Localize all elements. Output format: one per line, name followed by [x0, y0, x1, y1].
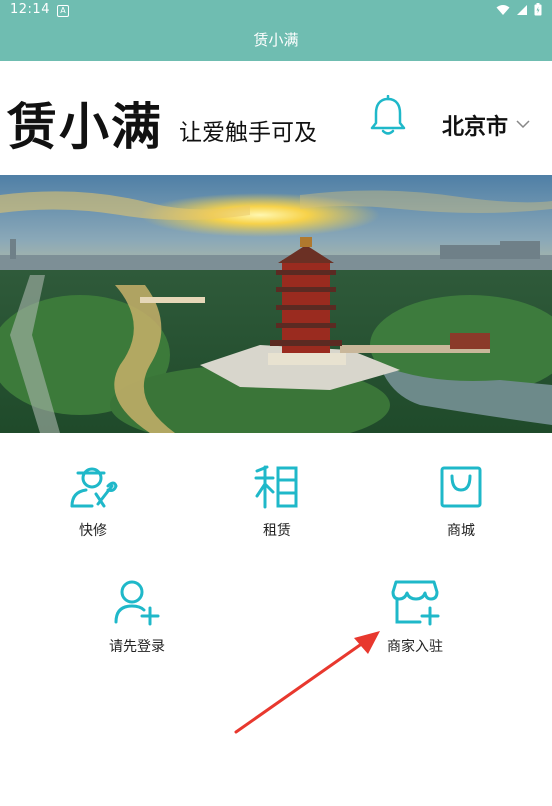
merchant-store-icon	[391, 580, 440, 626]
header: 赁小满 让爱触手可及 北京市	[0, 61, 552, 175]
annotation-arrow	[234, 631, 380, 734]
battery-icon	[534, 3, 542, 16]
grid-item-label: 商城	[447, 523, 475, 539]
rent-icon	[254, 465, 298, 509]
add-user-icon	[114, 580, 160, 626]
shop-bag-icon	[440, 466, 482, 508]
bell-icon[interactable]	[368, 95, 408, 137]
banner-carousel[interactable]	[0, 175, 552, 433]
page-title: 赁小满	[253, 31, 299, 49]
grid-item-rent[interactable]: 租赁	[217, 464, 337, 540]
status-bar: 12:14 A	[0, 0, 552, 20]
status-time: 12:14	[10, 2, 50, 17]
grid-item-repair[interactable]: 快修	[33, 464, 153, 540]
slogan: 让爱触手可及	[179, 120, 317, 146]
app-notification-icon: A	[57, 5, 69, 17]
wifi-icon	[496, 4, 510, 15]
title-bar: 赁小满	[0, 20, 552, 61]
grid-item-label: 请先登录	[109, 639, 165, 655]
grid-item-login[interactable]: 请先登录	[77, 578, 197, 656]
banner-image	[0, 175, 552, 433]
chevron-down-icon[interactable]	[516, 119, 530, 129]
grid-item-shop[interactable]: 商城	[401, 464, 521, 540]
city-selector[interactable]: 北京市	[442, 109, 508, 141]
grid-item-label: 快修	[79, 523, 107, 539]
repair-icon	[70, 467, 118, 508]
brand-logo-text: 赁小满	[7, 98, 163, 156]
signal-icon	[517, 4, 527, 15]
grid-item-label: 租赁	[263, 523, 291, 539]
